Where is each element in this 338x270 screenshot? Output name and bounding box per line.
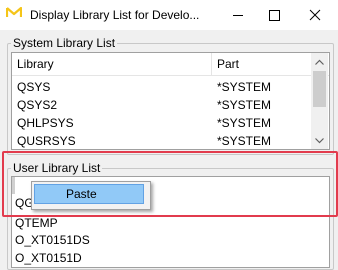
maximize-icon [269, 10, 280, 21]
app-icon [6, 7, 22, 17]
paste-menu-label: Paste [66, 187, 97, 201]
list-item[interactable]: O_XT0151DS [12, 231, 329, 250]
paste-menu-item[interactable]: Paste [34, 184, 144, 204]
library-cell: QUSRSYS [17, 134, 76, 148]
close-button[interactable] [292, 0, 338, 30]
system-library-group-label: System Library List [11, 36, 118, 50]
library-cell: QHLPSYS [17, 116, 74, 130]
library-cell: QSYS [17, 80, 51, 94]
table-row[interactable]: QSYS *SYSTEM [12, 78, 329, 97]
title-bar: Display Library List for Develo... [0, 0, 338, 30]
part-cell: *SYSTEM [217, 98, 272, 112]
table-row[interactable]: QSYS2 *SYSTEM [12, 96, 329, 115]
system-library-list[interactable]: Library Part QSYS *SYSTEM QSYS2 *SYSTEM … [11, 52, 330, 150]
minimize-icon [233, 15, 243, 16]
minimize-button[interactable] [220, 0, 256, 30]
scroll-up-button[interactable] [311, 53, 328, 70]
list-item[interactable]: O_XT0151D [12, 249, 329, 267]
scrollbar-thumb[interactable] [313, 71, 326, 107]
column-header-part[interactable]: Part [217, 57, 239, 71]
column-separator[interactable] [211, 53, 212, 75]
chevron-down-icon [315, 137, 324, 143]
window-title: Display Library List for Develo... [30, 8, 200, 22]
context-menu: Paste [31, 181, 151, 210]
library-cell: QSYS2 [17, 98, 58, 112]
scroll-down-button[interactable] [311, 132, 328, 149]
close-icon [309, 9, 321, 21]
part-cell: *SYSTEM [217, 80, 272, 94]
column-header-library[interactable]: Library [17, 57, 54, 71]
table-row[interactable]: QUSRSYS *SYSTEM [12, 132, 329, 149]
part-cell: *SYSTEM [217, 134, 272, 148]
library-cell: O_XT0151DS [15, 233, 90, 247]
table-row[interactable]: QHLPSYS *SYSTEM [12, 114, 329, 133]
maximize-button[interactable] [256, 0, 292, 30]
library-cell: QTEMP [15, 216, 58, 230]
part-cell: *SYSTEM [217, 116, 272, 130]
system-list-scrollbar[interactable] [311, 53, 328, 149]
chevron-up-icon [315, 59, 324, 65]
system-list-header: Library Part [12, 53, 329, 76]
